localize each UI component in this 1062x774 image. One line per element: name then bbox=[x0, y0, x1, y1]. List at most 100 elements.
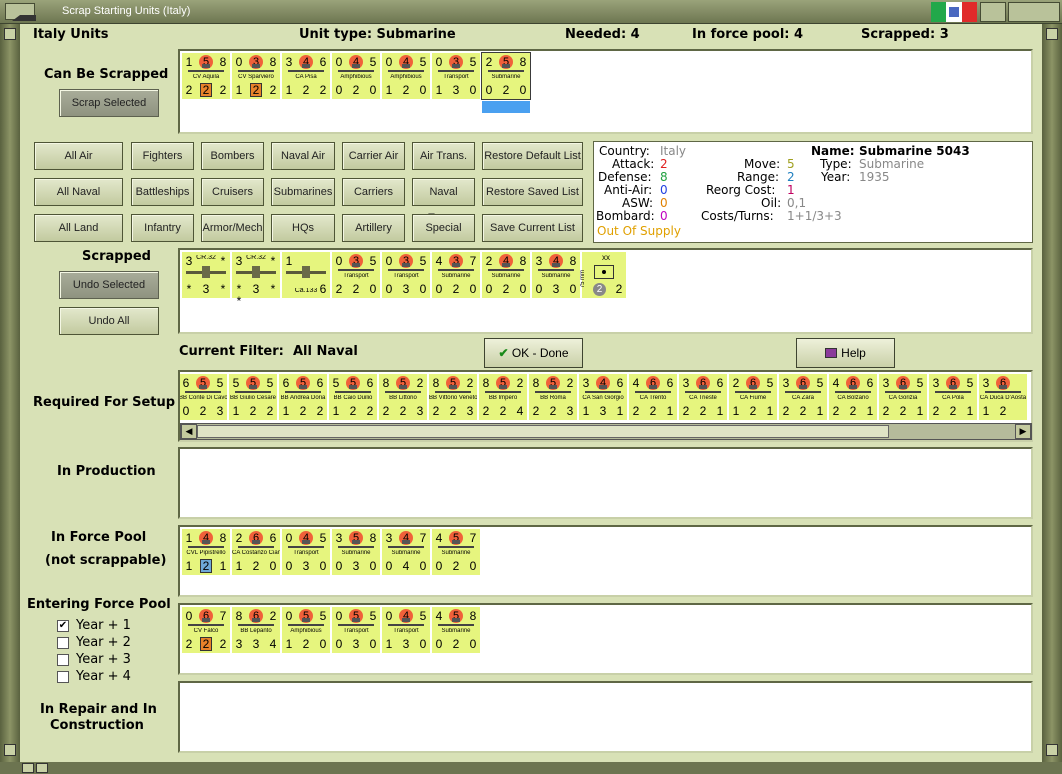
scroll-left-icon[interactable]: ◀ bbox=[181, 424, 197, 439]
year-2-checkbox[interactable] bbox=[57, 637, 69, 649]
unit-counter[interactable]: 0 3 8 CV Sparviero 1 2 2 bbox=[232, 53, 280, 99]
unit-counter[interactable]: 2 6 5 CA Fiume 1 2 1 bbox=[729, 374, 777, 420]
unit-counter[interactable]: 3 4 6 CA San Giorgio 1 3 1 bbox=[579, 374, 627, 420]
unit-counter[interactable]: 3 * CR.32 * * 3 * bbox=[232, 252, 280, 307]
unit-counter[interactable]: 0 4 5 Transport 0 3 0 bbox=[282, 529, 330, 575]
required-scrollbar[interactable]: ◀ ▶ bbox=[180, 423, 1032, 440]
unit-counter[interactable]: 2 6 6 CA Costanzo Ciano 1 2 0 bbox=[232, 529, 280, 575]
unit-counter[interactable]: 2 5 8 Submarine 0 2 0 bbox=[481, 52, 531, 113]
filter-restore-default-list-button[interactable]: Restore Default List bbox=[482, 142, 583, 170]
unit-counter[interactable]: 1 4 8 CVL Pipistrello 1 2 1 bbox=[182, 529, 230, 575]
unit-counter[interactable]: 0 5 5 Amphibious 1 2 0 bbox=[282, 607, 330, 653]
in-force-pool-panel[interactable]: 1 4 8 CVL Pipistrello 1 2 1 2 6 6 CA Costanzo Cian… bbox=[178, 525, 1033, 597]
unit-counter[interactable]: 0 3 5 Transport 1 3 0 bbox=[432, 53, 480, 99]
filter-save-current-list-button[interactable]: Save Current List bbox=[482, 214, 583, 242]
filter-naval-air-button[interactable]: Naval Air bbox=[271, 142, 335, 170]
unit-value: 2 bbox=[516, 376, 524, 390]
filter-special-button[interactable]: Special bbox=[412, 214, 475, 242]
filter-bombers-button[interactable]: Bombers bbox=[201, 142, 264, 170]
unit-counter[interactable]: 5 5 6 BB Caio Duilio 1 2 2 bbox=[329, 374, 377, 420]
unit-name: Transport bbox=[343, 628, 369, 634]
filter-infantry-button[interactable]: Infantry bbox=[131, 214, 194, 242]
unit-counter[interactable]: 0 4 5 Transport 1 3 0 bbox=[382, 607, 430, 653]
unit-counter[interactable]: 1 Ca.133 6 bbox=[282, 252, 330, 298]
unit-value: 8 bbox=[382, 376, 390, 390]
filter-cruisers-button[interactable]: Cruisers bbox=[201, 178, 264, 206]
unit-counter[interactable]: 655BB Conte Di Cavour023 bbox=[180, 374, 227, 420]
close-button[interactable] bbox=[980, 2, 1006, 22]
unit-counter[interactable]: 3 5 8 Submarine 0 3 0 bbox=[332, 529, 380, 575]
unit-counter[interactable]: 8 5 2 BB Littorio 2 2 3 bbox=[379, 374, 427, 420]
unit-counter[interactable]: 4 6 6 CA Trento 2 2 1 bbox=[629, 374, 677, 420]
scrapped-panel[interactable]: 3 * CR.32 * 3 * 3 * CR.32 * * 3 * 1 Ca.133 6 0 3 5 Transpo… bbox=[178, 248, 1033, 334]
unit-counter[interactable]: 8 5 2 BB Vittorio Veneto 2 2 3 bbox=[429, 374, 477, 420]
unit-value: 0 bbox=[335, 254, 343, 268]
filter-naval-trans--button[interactable]: Naval Trans. bbox=[412, 178, 475, 224]
year-1-checkbox[interactable]: ✔ bbox=[57, 620, 69, 632]
undo-selected-button[interactable]: Undo Selected bbox=[59, 271, 159, 299]
unit-counter[interactable]: 6 5 6 BB Andrea Doria 1 2 2 bbox=[279, 374, 327, 420]
entering-panel[interactable]: 0 6 7 CV Falco 2 2 2 8 6 2 BB Lepanto 3 3 4 0 5 5 Amphibi… bbox=[178, 603, 1033, 675]
year-4-checkbox[interactable] bbox=[57, 671, 69, 683]
unit-counter[interactable]: 8 6 2 BB Lepanto 3 3 4 bbox=[232, 607, 280, 653]
unit-counter[interactable]: 3 4 7 Submarine 0 4 0 bbox=[382, 529, 430, 575]
filter-carrier-air-button[interactable]: Carrier Air bbox=[342, 142, 405, 170]
filter-battleships-button[interactable]: Battleships bbox=[131, 178, 194, 206]
unit-counter[interactable]: 3 6 6 CA Trieste 2 2 1 bbox=[679, 374, 727, 420]
unit-counter[interactable]: 3 6 5 CA Pola 2 2 1 bbox=[929, 374, 977, 420]
filter-all-air-button[interactable]: All Air bbox=[34, 142, 123, 170]
unit-counter[interactable]: 5 5 5 BB Giulio Cesare 1 2 2 bbox=[229, 374, 277, 420]
unit-counter[interactable]: 3 6 5 CA Gorizia 2 2 1 bbox=[879, 374, 927, 420]
unit-value: 8 bbox=[369, 531, 377, 545]
help-button[interactable]: Help bbox=[796, 338, 895, 368]
undo-all-button[interactable]: Undo All bbox=[59, 307, 159, 335]
unit-counter[interactable]: 3 4 8 Submarine 0 3 0 bbox=[532, 252, 580, 298]
unit-counter[interactable]: 0 4 5 Amphibious 0 2 0 bbox=[332, 53, 380, 99]
in-repair-panel[interactable] bbox=[178, 681, 1033, 753]
needed-label: Needed: 4 bbox=[565, 27, 640, 42]
unit-counter[interactable]: 4 5 7 Submarine 0 2 0 bbox=[432, 529, 480, 575]
checkmark-icon: ✔ bbox=[498, 346, 512, 360]
unit-counter[interactable]: 3 * CR.32 * 3 * bbox=[182, 252, 230, 298]
unit-value: 8 bbox=[519, 55, 527, 69]
ok-done-button[interactable]: ✔ OK - Done bbox=[484, 338, 583, 368]
filter-all-naval-button[interactable]: All Naval bbox=[34, 178, 123, 206]
filter-artillery-button[interactable]: Artillery bbox=[342, 214, 405, 242]
restore-button[interactable] bbox=[1008, 2, 1060, 22]
can-be-scrapped-panel[interactable]: 1 5 8 CV Aquila 2 2 2 0 3 8 CV Sparviero 1 2 2 3 4 6 CA P… bbox=[178, 49, 1033, 134]
unit-counter[interactable]: 1 5 8 CV Aquila 2 2 2 bbox=[182, 53, 230, 99]
unit-counter[interactable]: 0 3 5 Transport 2 2 0 bbox=[332, 252, 380, 298]
unit-value: 0 bbox=[485, 83, 493, 97]
filter-restore-saved-list-button[interactable]: Restore Saved List bbox=[482, 178, 583, 206]
unit-counter[interactable]: 4 3 7 Submarine 0 2 0 bbox=[432, 252, 480, 298]
unit-counter[interactable]: 3 4 6 CA Pisa 1 2 2 bbox=[282, 53, 330, 99]
in-production-panel[interactable] bbox=[178, 447, 1033, 519]
unit-value: 2 bbox=[269, 609, 277, 623]
filter-armor-mech-button[interactable]: Armor/Mech bbox=[201, 214, 264, 242]
filter-fighters-button[interactable]: Fighters bbox=[131, 142, 194, 170]
filter-hqs-button[interactable]: HQs bbox=[271, 214, 335, 242]
filter-carriers-button[interactable]: Carriers bbox=[342, 178, 405, 206]
year-3-checkbox[interactable] bbox=[57, 654, 69, 666]
unit-counter[interactable]: 0 5 5 Transport 0 3 0 bbox=[332, 607, 380, 653]
unit-value: 0 bbox=[385, 282, 393, 296]
unit-value: 3 bbox=[932, 376, 940, 390]
unit-counter[interactable]: 3 6 CA Duca D'Aosta 1 2 bbox=[979, 374, 1027, 420]
unit-counter[interactable]: 4 6 6 CA Bolzano 2 2 1 bbox=[829, 374, 877, 420]
unit-counter[interactable]: xx 75 mm 2 2 bbox=[580, 252, 626, 298]
scrap-selected-button[interactable]: Scrap Selected bbox=[59, 89, 159, 117]
unit-counter[interactable]: 8 5 2 BB Impero 2 2 4 bbox=[479, 374, 527, 420]
unit-counter[interactable]: 0 6 7 CV Falco 2 2 2 bbox=[182, 607, 230, 653]
unit-counter[interactable]: 4 5 8 Submarine 0 2 0 bbox=[432, 607, 480, 653]
filter-submarines-button[interactable]: Submarines bbox=[271, 178, 335, 206]
filter-air-trans--button[interactable]: Air Trans. bbox=[412, 142, 475, 170]
scroll-right-icon[interactable]: ▶ bbox=[1015, 424, 1031, 439]
unit-counter[interactable]: 0 3 5 Transport 0 3 0 bbox=[382, 252, 430, 298]
unit-counter[interactable]: 3 6 5 CA Zara 2 2 1 bbox=[779, 374, 827, 420]
unit-counter[interactable]: 0 4 5 Amphibious 1 2 0 bbox=[382, 53, 430, 99]
unit-counter[interactable]: 8 5 2 BB Roma 2 2 3 bbox=[529, 374, 577, 420]
filter-all-land-button[interactable]: All Land bbox=[34, 214, 123, 242]
scrollbar-thumb[interactable] bbox=[197, 425, 889, 438]
window-menu-icon[interactable] bbox=[5, 3, 36, 21]
unit-counter[interactable]: 2 4 8 Submarine 0 2 0 bbox=[482, 252, 530, 298]
